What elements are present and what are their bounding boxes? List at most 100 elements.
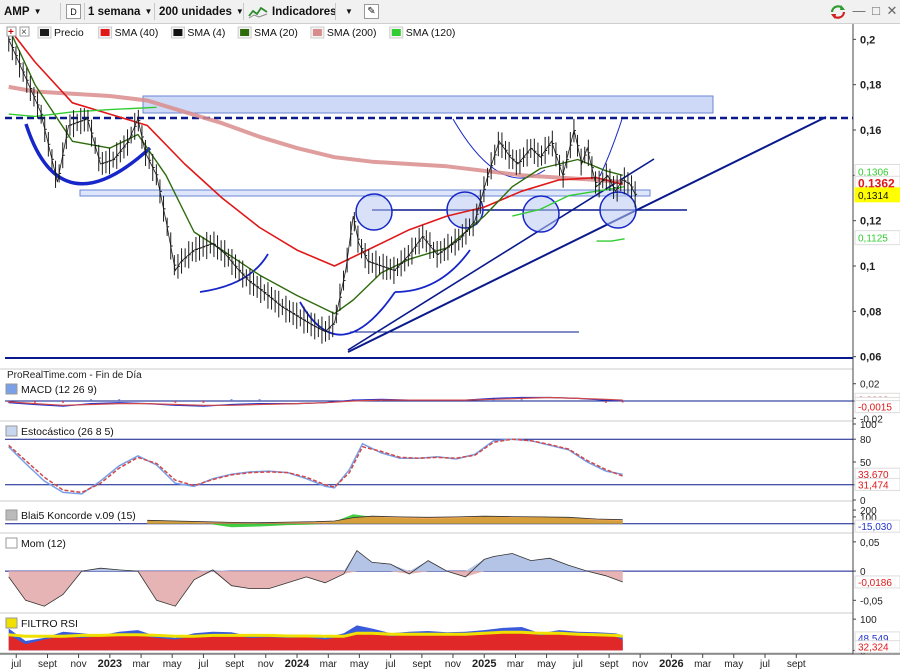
indicator-label: Mom (12) [21,538,66,550]
x-tick-label: mar [694,659,712,670]
indicators-button[interactable]: Indicadores [248,2,337,21]
divider [154,3,155,20]
x-tick-label: sept [225,659,244,670]
mode-button[interactable]: D [66,2,81,21]
pattern-arc [599,118,623,177]
x-tick-label: 2025 [472,658,496,670]
close-icon-glyph: × [21,27,27,38]
x-tick-label: sept [787,659,806,670]
momentum-negative-area [8,571,623,607]
value-label: -15,030 [858,522,892,533]
pattern-arc [394,249,471,293]
legend-swatch [173,29,183,36]
indicator-swatch [5,617,18,629]
indicator-label: MACD (12 26 9) [21,384,97,396]
y-tick-label: 100 [860,420,877,431]
stochastic-k-line [8,438,623,495]
period-selector[interactable]: 1 semana ▼ [88,2,152,21]
legend-swatch [240,29,250,36]
y-tick-label: 0,12 [860,216,881,228]
y-tick-label: 80 [860,435,872,446]
highlight-circle [355,193,393,231]
indicators-icon [248,6,268,18]
legend-swatch [100,29,110,36]
legend-label: SMA (200) [327,27,377,39]
minimize-button[interactable]: — [852,3,866,19]
x-tick-label: nov [258,659,274,670]
refresh-button[interactable] [829,2,847,21]
legend-swatch [312,29,322,36]
x-tick-label: jul [10,659,21,670]
y-tick-label: 100 [860,615,877,626]
chevron-down-icon: ▼ [345,7,353,16]
x-tick-label: 2024 [285,658,310,670]
x-tick-label: jul [385,659,396,670]
chevron-down-icon: ▼ [144,7,153,16]
legend-swatch [40,29,49,36]
trendline-short [347,158,655,351]
x-tick-label: may [350,659,369,670]
symbol-selector[interactable]: AMP ▼ [4,2,41,21]
x-tick-label: 2023 [98,658,122,670]
source-label: ProRealTime.com - Fin de Día [7,370,142,381]
macd-line [8,396,623,407]
legend-label: SMA (120) [406,27,456,39]
indicator-swatch [5,383,18,395]
sma20-line [8,27,623,315]
legend-label: SMA (20) [254,27,298,39]
y-tick-label: 0,06 [860,352,881,364]
legend-label: SMA (4) [187,27,225,39]
resistance-zone-top [142,95,714,114]
indicator-label: Estocástico (26 8 5) [21,426,114,438]
indicators-dropdown[interactable]: ▼ [341,2,353,21]
y-tick-label: 50 [860,458,872,469]
x-tick-label: may [537,659,556,670]
x-tick-label: may [163,659,182,670]
x-tick-label: nov [445,659,461,670]
close-button[interactable]: ✕ [885,3,899,19]
y-tick-label: 0,08 [860,306,881,318]
mode-label: D [66,4,81,19]
x-tick-label: sept [412,659,431,670]
indicator-swatch [5,537,18,549]
chevron-down-icon: ▼ [33,7,42,16]
legend-label: SMA (40) [115,27,159,39]
x-tick-label: may [724,659,743,670]
highlight-circle [522,195,560,233]
x-tick-label: jul [572,659,583,670]
x-tick-label: jul [759,659,770,670]
maximize-button[interactable]: □ [869,3,883,19]
add-icon-glyph: + [8,27,14,38]
resistance-zone-mid [79,189,651,197]
y-tick-label: 0,1 [860,261,875,273]
value-label: -0,0186 [858,578,892,589]
value-label: 31,474 [858,480,889,491]
edit-icon: ✎ [364,4,379,19]
refresh-icon [830,4,846,19]
y-tick-label: 0,16 [860,125,881,137]
y-tick-label: -0,05 [860,596,883,607]
indicators-label: Indicadores [272,5,337,18]
y-tick-label: 0,18 [860,80,881,92]
units-selector[interactable]: 200 unidades ▼ [159,2,244,21]
x-tick-label: jul [197,659,208,670]
chart-area[interactable]: jul sept nov 2023 mar may jul sept nov 2024 mar may… [0,24,900,670]
indicator-label: Blai5 Koncorde v.09 (15) [21,510,136,522]
value-label: 32,324 [858,643,889,654]
x-tick-label: nov [71,659,87,670]
pattern-arc [199,253,269,293]
x-tick-label: sept [600,659,619,670]
x-tick-label: nov [632,659,648,670]
highlight-circle [599,191,637,229]
y-tick-label: 0,02 [860,380,880,391]
divider [243,3,244,20]
x-tick-label: mar [320,659,338,670]
symbol-label: AMP [4,5,30,18]
indicator-swatch [5,425,18,437]
price-label: 0,1125 [858,234,888,245]
y-tick-label: 0,2 [860,34,875,46]
legend-swatch [391,29,401,36]
edit-button[interactable]: ✎ [364,2,379,21]
indicator-label: FILTRO RSI [21,618,78,630]
divider [335,3,336,20]
